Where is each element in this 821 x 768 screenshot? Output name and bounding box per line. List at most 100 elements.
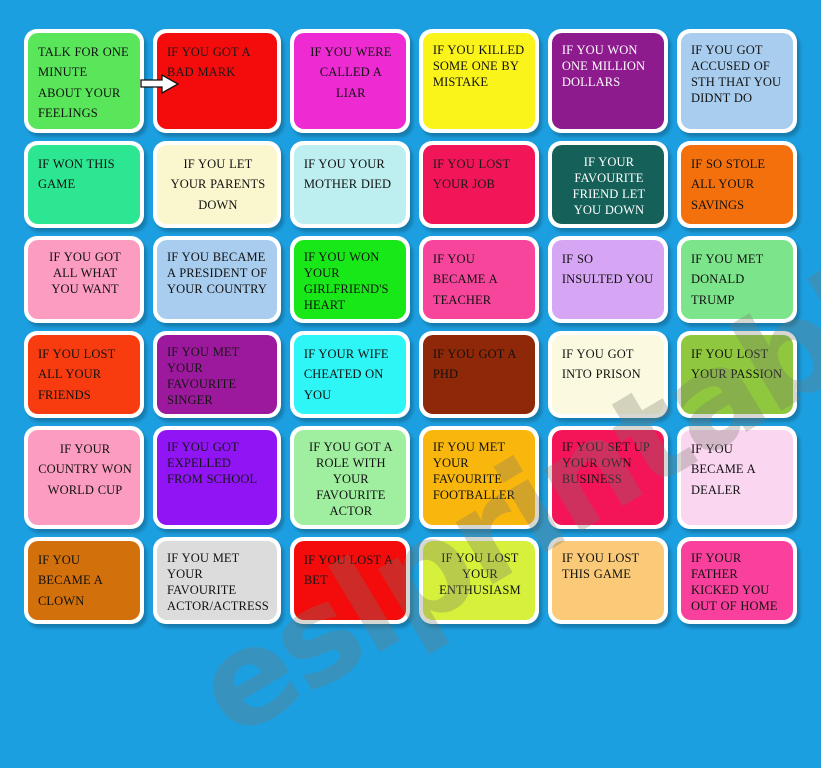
conversation-card[interactable]: IF YOU MET YOUR FAVOURITE FOOTBALLER [418, 426, 539, 529]
card-face: IF YOU GOT ALL WHAT YOU WANT [28, 240, 141, 319]
card-prompt-text: IF YOU MET YOUR FAVOURITE SINGER [167, 345, 240, 407]
conversation-card[interactable]: IF YOU LOST THIS GAME [547, 537, 668, 624]
conversation-card[interactable]: IF YOU LOST YOUR PASSION [676, 331, 797, 418]
conversation-card[interactable]: IF YOU LOST YOUR JOB [418, 141, 539, 228]
card-face: IF YOU BECAME A CLOWN [28, 541, 141, 620]
card-prompt-text: IF YOU GOT ALL WHAT YOU WANT [49, 250, 121, 296]
conversation-card[interactable]: IF YOU MET DONALD TRUMP [676, 236, 797, 323]
card-prompt-text: IF YOU LOST YOUR ENTHUSIASM [439, 551, 521, 597]
card-face: IF YOU BECAME A PRESIDENT OF YOUR COUNTR… [157, 240, 277, 319]
card-prompt-text: IF YOUR FAVOURITE FRIEND LET YOU DOWN [572, 155, 646, 217]
card-prompt-text: IF SO INSULTED YOU [561, 252, 654, 287]
card-prompt-text: IF YOU WON YOUR GIRLFRIEND'S HEART [303, 250, 389, 312]
card-face: IF YOU KILLED SOME ONE BY MISTAKE [422, 33, 535, 129]
card-face: IF YOU MET YOUR FAVOURITE ACTOR/ACTRESS [157, 541, 277, 620]
card-prompt-text: TALK FOR ONE MINUTE ABOUT YOUR FEELINGS [38, 45, 129, 120]
card-prompt-text: IF YOUR FATHER KICKED YOU OUT OF HOME [690, 551, 778, 613]
card-prompt-text: IF YOU MET YOUR FAVOURITE FOOTBALLER [432, 440, 516, 502]
conversation-card[interactable]: IF YOUR WIFE CHEATED ON YOU [289, 331, 410, 418]
card-prompt-text: IF YOU LET YOUR PARENTS DOWN [170, 157, 266, 212]
card-face: IF YOU GOT EXPELLED FROM SCHOOL [157, 430, 277, 525]
conversation-card[interactable]: TALK FOR ONE MINUTE ABOUT YOUR FEELINGS [24, 29, 145, 133]
card-face: IF YOU MET YOUR FAVOURITE FOOTBALLER [422, 430, 535, 525]
card-face: IF SO INSULTED YOU [551, 240, 664, 319]
card-face: IF YOU LOST ALL YOUR FRIENDS [28, 335, 141, 414]
card-face: IF YOUR FAVOURITE FRIEND LET YOU DOWN [551, 145, 664, 224]
card-face: IF YOU LOST YOUR PASSION [680, 335, 793, 414]
conversation-card[interactable]: IF YOU BECAME A PRESIDENT OF YOUR COUNTR… [153, 236, 281, 323]
card-prompt-text: IF YOU GOT A PHD [432, 347, 516, 382]
card-face: IF YOU LOST YOUR ENTHUSIASM [422, 541, 535, 620]
conversation-card[interactable]: IF YOUR FAVOURITE FRIEND LET YOU DOWN [547, 141, 668, 228]
conversation-card[interactable]: IF YOU LOST YOUR ENTHUSIASM [418, 537, 539, 624]
conversation-card[interactable]: IF YOU KILLED SOME ONE BY MISTAKE [418, 29, 539, 133]
conversation-card[interactable]: IF YOU GOT ALL WHAT YOU WANT [24, 236, 145, 323]
card-prompt-text: IF YOU LOST YOUR JOB [432, 157, 510, 192]
card-face: IF YOUR WIFE CHEATED ON YOU [293, 335, 406, 414]
card-prompt-text: IF YOU GOT A BAD MARK [167, 45, 250, 80]
conversation-card[interactable]: IF YOU WON ONE MILLION DOLLARS [547, 29, 668, 133]
conversation-card[interactable]: IF YOU SET UP YOUR OWN BUSINESS [547, 426, 668, 529]
card-prompt-text: IF YOU GOT INTO PRISON [561, 347, 641, 382]
card-face: IF YOU LOST THIS GAME [551, 541, 664, 620]
card-prompt-text: IF YOU GOT ACCUSED OF STH THAT YOU DIDNT… [690, 43, 782, 105]
worksheet-canvas: eslprintables.com TALK FOR ONE MINUTE AB… [0, 0, 821, 768]
card-prompt-text: IF YOU BECAME A TEACHER [432, 252, 498, 307]
conversation-card[interactable]: IF SO INSULTED YOU [547, 236, 668, 323]
conversation-card[interactable]: IF YOU BECAME A TEACHER [418, 236, 539, 323]
card-face: IF YOU BECAME A DEALER [680, 430, 793, 525]
card-face: IF WON THIS GAME [28, 145, 141, 224]
card-prompt-text: IF WON THIS GAME [38, 157, 115, 192]
conversation-card[interactable]: IF YOU GOT A ROLE WITH YOUR FAVOURITE AC… [289, 426, 410, 529]
card-prompt-text: IF YOU MET DONALD TRUMP [690, 252, 764, 307]
conversation-card[interactable]: IF YOU GOT INTO PRISON [547, 331, 668, 418]
conversation-card[interactable]: IF YOUR COUNTRY WON WORLD CUP [24, 426, 145, 529]
card-face: IF YOU WERE CALLED A LIAR [293, 33, 406, 129]
conversation-card[interactable]: IF YOU GOT ACCUSED OF STH THAT YOU DIDNT… [676, 29, 797, 133]
card-prompt-text: IF YOU GOT A ROLE WITH YOUR FAVOURITE AC… [309, 440, 393, 518]
conversation-card[interactable]: IF SO STOLE ALL YOUR SAVINGS [676, 141, 797, 228]
conversation-card[interactable]: IF YOU MET YOUR FAVOURITE SINGER [153, 331, 281, 418]
conversation-card[interactable]: IF YOU LOST A BET [289, 537, 410, 624]
card-prompt-text: IF YOU WERE CALLED A LIAR [310, 45, 392, 100]
right-arrow-icon [140, 73, 180, 95]
card-face: IF YOU WON YOUR GIRLFRIEND'S HEART [293, 240, 406, 319]
conversation-card[interactable]: IF YOU YOUR MOTHER DIED [289, 141, 410, 228]
card-face: IF YOU BECAME A TEACHER [422, 240, 535, 319]
card-prompt-text: IF SO STOLE ALL YOUR SAVINGS [690, 157, 766, 212]
conversation-card[interactable]: IF YOU LET YOUR PARENTS DOWN [153, 141, 281, 228]
card-face: TALK FOR ONE MINUTE ABOUT YOUR FEELINGS [28, 33, 141, 129]
conversation-card-grid: TALK FOR ONE MINUTE ABOUT YOUR FEELINGS I… [0, 0, 821, 634]
conversation-card[interactable]: IF YOU BECAME A CLOWN [24, 537, 145, 624]
card-prompt-text: IF YOU MET YOUR FAVOURITE ACTOR/ACTRESS [167, 551, 269, 613]
conversation-card[interactable]: IF YOUR FATHER KICKED YOU OUT OF HOME [676, 537, 797, 624]
conversation-card[interactable]: IF YOU GOT EXPELLED FROM SCHOOL [153, 426, 281, 529]
card-prompt-text: IF YOU LOST THIS GAME [561, 551, 640, 581]
card-prompt-text: IF YOU LOST ALL YOUR FRIENDS [38, 347, 116, 402]
conversation-card[interactable]: IF YOU WON YOUR GIRLFRIEND'S HEART [289, 236, 410, 323]
card-prompt-text: IF YOU KILLED SOME ONE BY MISTAKE [432, 43, 525, 89]
card-face: IF YOUR FATHER KICKED YOU OUT OF HOME [680, 541, 793, 620]
card-prompt-text: IF YOU YOUR MOTHER DIED [303, 157, 392, 192]
card-face: IF SO STOLE ALL YOUR SAVINGS [680, 145, 793, 224]
card-face: IF YOU GOT INTO PRISON [551, 335, 664, 414]
conversation-card[interactable]: IF YOU MET YOUR FAVOURITE ACTOR/ACTRESS [153, 537, 281, 624]
conversation-card[interactable]: IF WON THIS GAME [24, 141, 145, 228]
conversation-card[interactable]: IF YOU BECAME A DEALER [676, 426, 797, 529]
card-face: IF YOU MET DONALD TRUMP [680, 240, 793, 319]
card-face: IF YOU SET UP YOUR OWN BUSINESS [551, 430, 664, 525]
card-face: IF YOU MET YOUR FAVOURITE SINGER [157, 335, 277, 414]
card-face: IF YOU LOST A BET [293, 541, 406, 620]
card-prompt-text: IF YOU SET UP YOUR OWN BUSINESS [561, 440, 650, 486]
card-prompt-text: IF YOU BECAME A PRESIDENT OF YOUR COUNTR… [167, 250, 268, 296]
conversation-card[interactable]: IF YOU LOST ALL YOUR FRIENDS [24, 331, 145, 418]
conversation-card[interactable]: IF YOU WERE CALLED A LIAR [289, 29, 410, 133]
card-prompt-text: IF YOU WON ONE MILLION DOLLARS [561, 43, 646, 89]
card-prompt-text: IF YOU BECAME A DEALER [690, 442, 756, 497]
card-face: IF YOUR COUNTRY WON WORLD CUP [28, 430, 141, 525]
card-prompt-text: IF YOU GOT EXPELLED FROM SCHOOL [167, 440, 258, 486]
conversation-card[interactable]: IF YOU GOT A PHD [418, 331, 539, 418]
card-prompt-text: IF YOU LOST YOUR PASSION [690, 347, 783, 382]
card-prompt-text: IF YOUR WIFE CHEATED ON YOU [303, 347, 389, 402]
card-face: IF YOU GOT A ROLE WITH YOUR FAVOURITE AC… [293, 430, 406, 525]
